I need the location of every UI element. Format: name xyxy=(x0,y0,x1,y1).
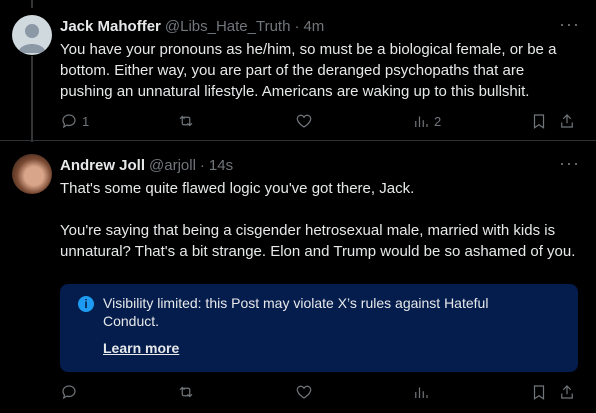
views-count: 2 xyxy=(434,113,442,129)
post-divider xyxy=(0,140,596,141)
separator-dot: · xyxy=(199,156,205,174)
post-text: You have your pronouns as he/him, so mus… xyxy=(60,41,561,100)
bookmark-button[interactable] xyxy=(530,383,548,401)
share-icon xyxy=(561,114,573,128)
share-icon xyxy=(561,385,573,399)
author-handle[interactable]: @Libs_Hate_Truth xyxy=(165,18,291,35)
more-options-icon[interactable]: ··· xyxy=(559,14,580,35)
repost-button[interactable] xyxy=(177,112,195,130)
reply-icon xyxy=(62,114,76,129)
heart-icon xyxy=(296,385,312,399)
views-icon xyxy=(415,387,428,398)
views-button[interactable] xyxy=(412,383,430,401)
separator-dot: · xyxy=(294,17,300,35)
repost-icon xyxy=(179,386,193,398)
reply-count: 1 xyxy=(82,113,90,129)
post-time[interactable]: 4m xyxy=(303,18,324,35)
bookmark-button[interactable] xyxy=(530,112,548,130)
avatar[interactable] xyxy=(12,154,52,194)
share-button[interactable] xyxy=(558,383,576,401)
repost-button[interactable] xyxy=(177,383,195,401)
info-icon: i xyxy=(78,296,94,312)
like-button[interactable] xyxy=(295,383,313,401)
share-button[interactable] xyxy=(558,112,576,130)
author-handle[interactable]: @arjoll xyxy=(149,157,196,174)
like-button[interactable] xyxy=(295,112,313,130)
views-icon xyxy=(415,116,428,127)
repost-icon xyxy=(179,115,193,127)
reply-button[interactable] xyxy=(60,383,78,401)
bookmark-icon xyxy=(533,385,545,400)
bookmark-icon xyxy=(533,114,545,129)
learn-more-link[interactable]: Learn more xyxy=(103,340,179,356)
notice-text: Visibility limited: this Post may violat… xyxy=(103,295,489,329)
post-text: That's some quite flawed logic you've go… xyxy=(60,180,576,260)
author-name[interactable]: Jack Mahoffer xyxy=(60,18,161,35)
thread-line-top xyxy=(31,0,33,8)
default-avatar-icon xyxy=(18,24,46,53)
views-button[interactable]: 2 xyxy=(412,112,441,130)
author-name[interactable]: Andrew Joll xyxy=(60,157,145,174)
post-time[interactable]: 14s xyxy=(209,157,233,174)
post-header: Jack Mahoffer @Libs_Hate_Truth · 4m ··· xyxy=(60,14,580,36)
reply-icon xyxy=(62,385,76,400)
visibility-notice: i Visibility limited: this Post may viol… xyxy=(60,284,578,372)
avatar[interactable] xyxy=(12,15,52,55)
more-options-icon[interactable]: ··· xyxy=(559,153,580,174)
heart-icon xyxy=(296,114,312,128)
post-actions: 1 2 xyxy=(60,111,580,131)
thread-line xyxy=(31,56,33,142)
reply-button[interactable]: 1 xyxy=(60,112,89,130)
post-actions xyxy=(60,382,580,402)
post-header: Andrew Joll @arjoll · 14s ··· xyxy=(60,153,580,175)
